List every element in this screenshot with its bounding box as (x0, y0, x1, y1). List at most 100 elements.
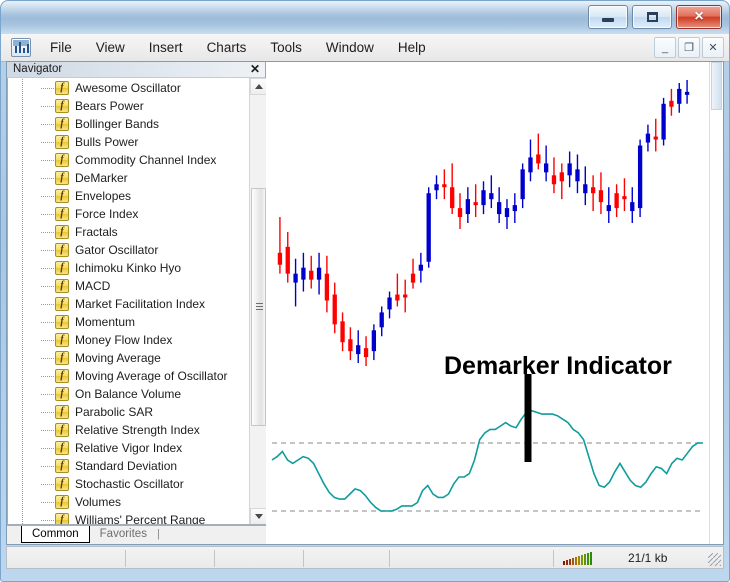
tree-item-force-index[interactable]: f Force Index (8, 205, 246, 223)
mdi-restore-button[interactable]: ❐ (678, 37, 700, 58)
chart-panel[interactable]: Demarker Indicator (266, 62, 723, 544)
navigator-close-icon[interactable]: ✕ (250, 62, 260, 76)
scroll-up-button[interactable] (250, 78, 266, 95)
tree-item-relative-strength-index[interactable]: f Relative Strength Index (8, 421, 246, 439)
function-icon: f (55, 297, 69, 311)
menu-item-view[interactable]: View (85, 37, 136, 58)
menu-item-charts[interactable]: Charts (196, 37, 258, 58)
function-icon: f (55, 477, 69, 491)
tree-item-label: Williams' Percent Range (75, 513, 206, 525)
candle-body (403, 294, 408, 298)
tree-item-demarker[interactable]: f DeMarker (8, 169, 246, 187)
tree-item-label: Gator Oscillator (75, 243, 159, 257)
candle-body (504, 208, 510, 218)
menu-item-tools[interactable]: Tools (259, 37, 313, 58)
menu-item-insert[interactable]: Insert (138, 37, 194, 58)
function-icon: f (55, 135, 69, 149)
tree-item-volumes[interactable]: f Volumes (8, 493, 246, 511)
tree-item-label: Moving Average (75, 351, 161, 365)
tree-guide (22, 295, 23, 313)
candle-body (293, 273, 298, 283)
tree-item-ichimoku-kinko-hyo[interactable]: f Ichimoku Kinko Hyo (8, 259, 246, 277)
chart-scrollbar[interactable] (709, 62, 723, 544)
status-separator (389, 550, 390, 567)
tree-item-money-flow-index[interactable]: f Money Flow Index (8, 331, 246, 349)
menu-item-window[interactable]: Window (315, 37, 385, 58)
candle-body (528, 157, 533, 173)
candle-body (379, 312, 384, 328)
mdi-close-button[interactable]: ✕ (702, 37, 724, 58)
os-maximize-button[interactable] (632, 5, 672, 29)
tree-guide (22, 133, 23, 151)
tree-item-momentum[interactable]: f Momentum (8, 313, 246, 331)
tree-item-label: Envelopes (75, 189, 132, 203)
scrollbar-thumb[interactable] (251, 188, 266, 426)
signal-bar (569, 559, 571, 565)
tree-item-parabolic-sar[interactable]: f Parabolic SAR (8, 403, 246, 421)
tree-elbow (41, 502, 54, 503)
chart-scrollbar-thumb[interactable] (711, 62, 722, 110)
tree-item-bears-power[interactable]: f Bears Power (8, 97, 246, 115)
candle-body (434, 184, 439, 191)
os-close-button[interactable]: × (676, 5, 722, 29)
tree-item-williams-percent-range[interactable]: f Williams' Percent Range (8, 511, 246, 525)
tree-item-standard-deviation[interactable]: f Standard Deviation (8, 457, 246, 475)
os-minimize-button[interactable] (588, 5, 628, 29)
tree-item-label: DeMarker (75, 171, 128, 185)
signal-bar (581, 555, 583, 565)
tab-favorites[interactable]: Favorites (90, 526, 157, 543)
signal-bar (563, 561, 565, 565)
candle-body (387, 297, 392, 310)
tree-item-gator-oscillator[interactable]: f Gator Oscillator (8, 241, 246, 259)
menu-item-file[interactable]: File (39, 37, 83, 58)
tab-common[interactable]: Common (21, 526, 90, 543)
tree-item-awesome-oscillator[interactable]: f Awesome Oscillator (8, 79, 246, 97)
candle-body (457, 208, 463, 218)
tree-item-moving-average[interactable]: f Moving Average (8, 349, 246, 367)
menu-item-help[interactable]: Help (387, 37, 437, 58)
chart-app-icon (11, 38, 31, 57)
tree-item-market-facilitation-index[interactable]: f Market Facilitation Index (8, 295, 246, 313)
tree-item-moving-average-of-oscillator[interactable]: f Moving Average of Oscillator (8, 367, 246, 385)
candle-body (410, 273, 416, 283)
tree-guide (22, 493, 23, 511)
tree-elbow (41, 88, 54, 89)
tree-guide (22, 277, 23, 295)
tree-item-macd[interactable]: f MACD (8, 277, 246, 295)
status-separator (125, 550, 126, 567)
tree-guide (22, 421, 23, 439)
tree-item-fractals[interactable]: f Fractals (8, 223, 246, 241)
tree-item-on-balance-volume[interactable]: f On Balance Volume (8, 385, 246, 403)
function-icon: f (55, 351, 69, 365)
candle-body (567, 163, 572, 176)
tree-item-bulls-power[interactable]: f Bulls Power (8, 133, 246, 151)
tree-item-label: Awesome Oscillator (75, 81, 181, 95)
tree-item-label: Bears Power (75, 99, 144, 113)
os-title-bar: × (0, 0, 730, 34)
function-icon: f (55, 243, 69, 257)
function-icon: f (55, 189, 69, 203)
navigator-scrollbar[interactable] (249, 78, 266, 524)
navigator-header: Navigator ✕ (7, 62, 265, 78)
tree-item-commodity-channel-index[interactable]: f Commodity Channel Index (8, 151, 246, 169)
tree-item-bollinger-bands[interactable]: f Bollinger Bands (8, 115, 246, 133)
resize-grip-icon[interactable] (708, 553, 721, 566)
function-icon: f (55, 279, 69, 293)
function-icon: f (55, 441, 69, 455)
tree-guide (22, 349, 23, 367)
function-icon: f (55, 459, 69, 473)
tree-elbow (41, 520, 54, 521)
tree-item-relative-vigor-index[interactable]: f Relative Vigor Index (8, 439, 246, 457)
candlestick-series (277, 79, 690, 367)
tree-item-envelopes[interactable]: f Envelopes (8, 187, 246, 205)
tree-item-label: Market Facilitation Index (75, 297, 206, 311)
tree-item-stochastic-oscillator[interactable]: f Stochastic Oscillator (8, 475, 246, 493)
indicator-tree[interactable]: f Awesome Oscillator f Bears Power f Bollinge… (8, 78, 246, 524)
tree-item-label: Stochastic Oscillator (75, 477, 184, 491)
scroll-down-button[interactable] (250, 508, 266, 524)
tree-guide (22, 205, 23, 223)
mdi-minimize-button[interactable]: _ (654, 37, 676, 58)
tree-elbow (41, 394, 54, 395)
function-icon: f (55, 117, 69, 131)
candle-body (536, 154, 541, 164)
